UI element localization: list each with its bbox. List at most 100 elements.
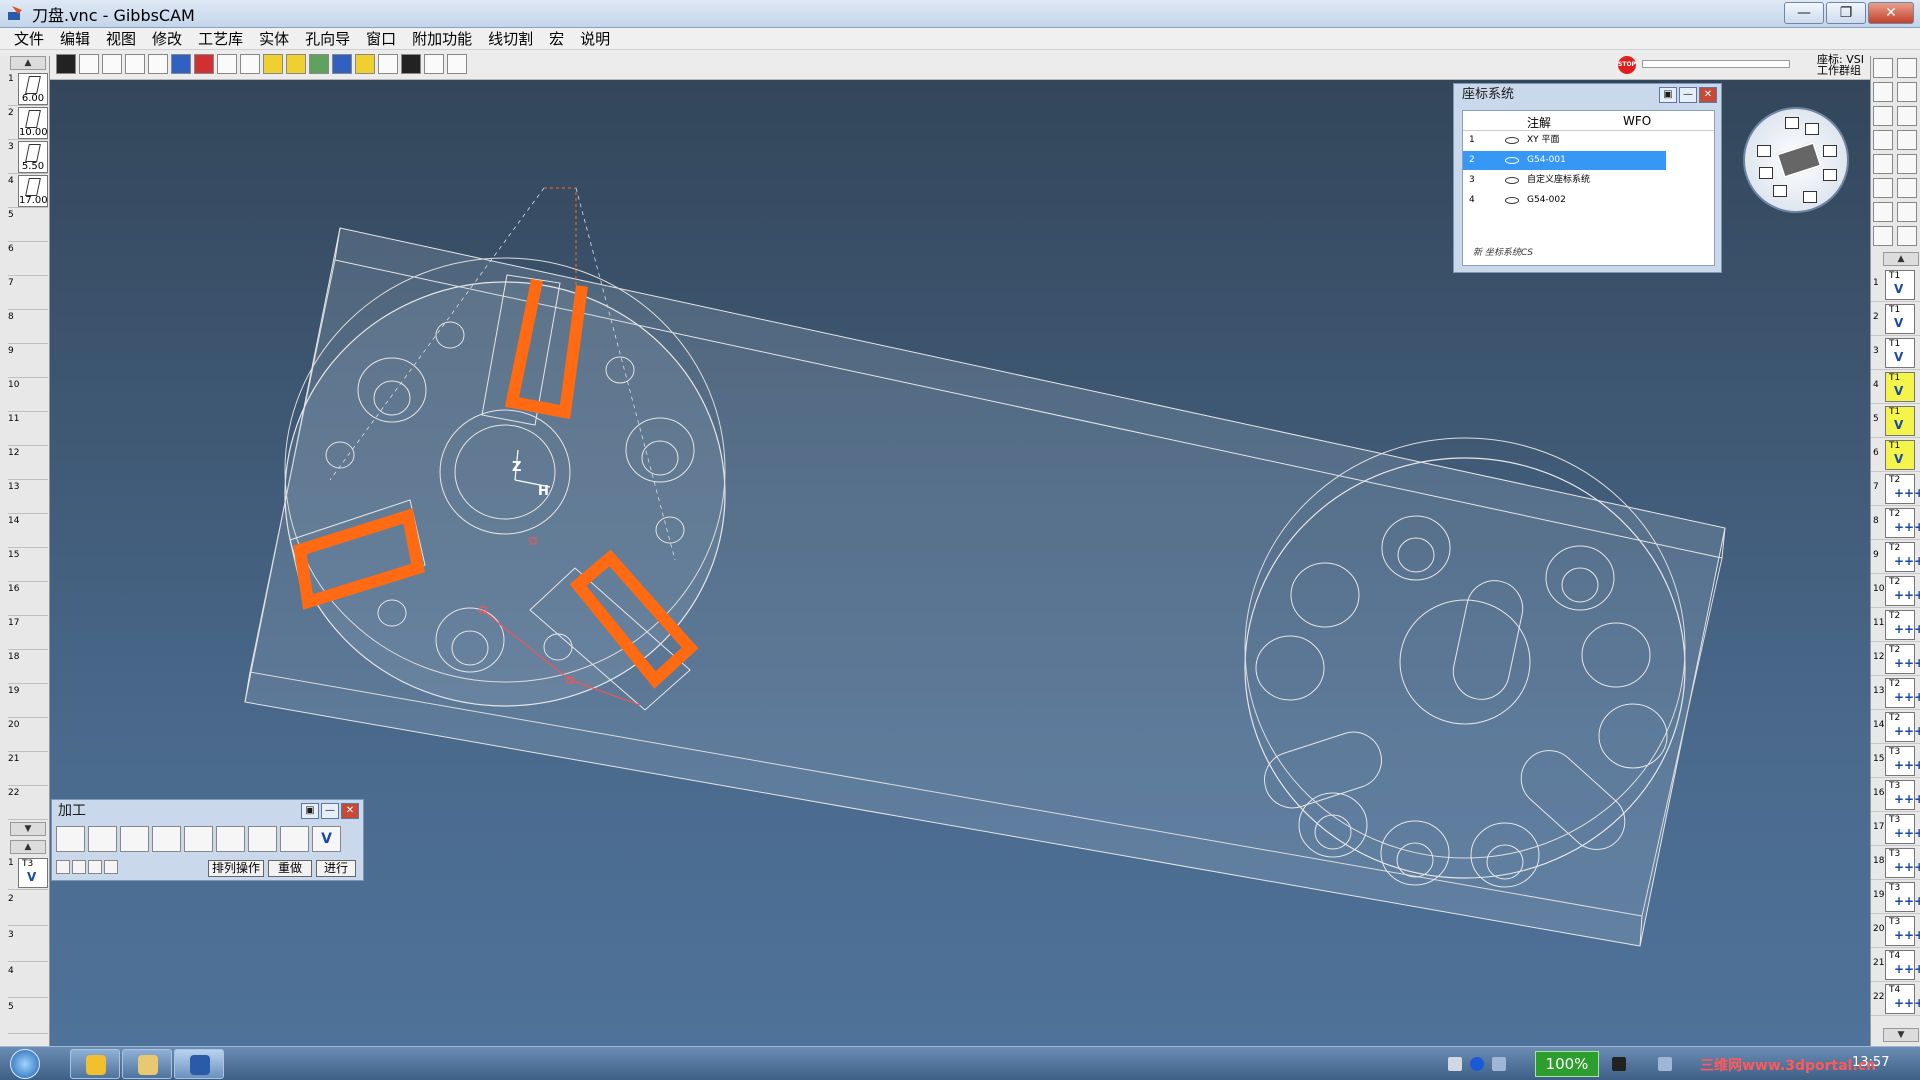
process-slot[interactable]: 4	[8, 964, 48, 998]
layers-icon[interactable]	[1897, 58, 1917, 78]
operation-tile[interactable]: T4 +++	[1885, 984, 1920, 1014]
print-icon[interactable]	[424, 54, 444, 74]
sort-operations-button[interactable]: 排列操作	[208, 860, 264, 877]
view-iso-icon[interactable]	[1823, 169, 1837, 181]
operation-slot[interactable]: 11 T2 +++	[1871, 608, 1920, 642]
view-pan-icon[interactable]	[1759, 167, 1773, 179]
view-right-icon[interactable]	[1823, 145, 1837, 157]
view-orientation-cube[interactable]	[1743, 107, 1849, 213]
flag-icon[interactable]	[1897, 202, 1917, 222]
copy-ops-icon[interactable]	[88, 860, 102, 874]
tool-slot[interactable]: 20	[8, 718, 48, 752]
new-doc-icon[interactable]	[1873, 58, 1893, 78]
keyboard-icon[interactable]	[1448, 1057, 1462, 1071]
operation-slot[interactable]: 12 T2 +++	[1871, 642, 1920, 676]
operation-slot[interactable]: 21 T4 +++	[1871, 948, 1920, 982]
box-icon[interactable]	[1897, 154, 1917, 174]
machining-icon[interactable]	[1873, 130, 1893, 150]
view-cube-center-icon[interactable]	[1775, 141, 1823, 179]
color-icon[interactable]	[194, 54, 214, 74]
operation-slot[interactable]: 18 T3 +++	[1871, 846, 1920, 880]
panel-minimize-icon[interactable]: —	[1679, 87, 1697, 103]
operation-tile[interactable]: T3 +++	[1885, 916, 1920, 946]
tool-slot[interactable]: 15	[8, 548, 48, 582]
close-button[interactable]: ✕	[1868, 2, 1914, 24]
menu-file[interactable]: 文件	[6, 28, 52, 49]
operation-tile[interactable]: T3 +++	[1885, 746, 1920, 776]
layer-icon[interactable]	[217, 54, 237, 74]
contour-icon[interactable]	[88, 826, 117, 852]
menu-hole-wizard[interactable]: 孔向导	[297, 28, 358, 49]
thread-icon[interactable]	[184, 826, 213, 852]
panel-close-icon[interactable]: ✕	[1699, 87, 1717, 103]
solid-shade-icon[interactable]	[56, 54, 76, 74]
tool-slot[interactable]: 1 6.00	[8, 72, 48, 106]
operation-tile[interactable]: T1 V	[1885, 270, 1915, 300]
mach-minimize-icon[interactable]: —	[321, 803, 339, 819]
visibility-eye-icon[interactable]	[1505, 157, 1519, 164]
process-tile[interactable]: T3 V	[18, 858, 48, 888]
menu-modify[interactable]: 修改	[144, 28, 190, 49]
coordinate-system-row[interactable]: 3 自定义座标系统	[1463, 171, 1666, 190]
new-coordinate-system[interactable]: 新 坐标系统CS	[1473, 245, 1533, 258]
tool-slot[interactable]: 8	[8, 310, 48, 344]
solid-mill-icon[interactable]	[216, 826, 245, 852]
view-zoom-icon[interactable]	[1773, 185, 1787, 197]
operation-slot[interactable]: 20 T3 +++	[1871, 914, 1920, 948]
help-icon[interactable]	[1470, 1057, 1484, 1071]
view-rotate-icon[interactable]	[1757, 145, 1771, 157]
pocket-icon[interactable]	[120, 826, 149, 852]
expand-ops-icon[interactable]	[104, 860, 118, 874]
save-ops-icon[interactable]	[56, 860, 70, 874]
operation-slot[interactable]: 7 T2 +++	[1871, 472, 1920, 506]
tool-slot[interactable]: 13	[8, 480, 48, 514]
operation-tile[interactable]: T2 +++	[1885, 678, 1920, 708]
operation-slot[interactable]: 15 T3 +++	[1871, 744, 1920, 778]
coordinate-system-row[interactable]: 2 G54-001	[1463, 151, 1666, 170]
menu-view[interactable]: 视图	[98, 28, 144, 49]
operation-tile[interactable]: T1 V	[1885, 406, 1915, 436]
op-list-scroll-up[interactable]: ▲	[10, 840, 46, 854]
tool-slot[interactable]: 7	[8, 276, 48, 310]
tool-slot[interactable]: 11	[8, 412, 48, 446]
minimize-button[interactable]: —	[1784, 2, 1824, 24]
taskbar-gibbscam[interactable]	[174, 1049, 224, 1079]
tool-list-scroll-up[interactable]: ▲	[10, 56, 46, 70]
operation-slot[interactable]: 19 T3 +++	[1871, 880, 1920, 914]
view-bottom-icon[interactable]	[1803, 191, 1817, 203]
operation-tile[interactable]: T1 V	[1885, 304, 1915, 334]
operation-slot[interactable]: 17 T3 +++	[1871, 812, 1920, 846]
doc-icon[interactable]	[1873, 202, 1893, 222]
measure-icon[interactable]	[332, 54, 352, 74]
panel-dock-icon[interactable]: ▣	[1659, 87, 1677, 103]
tool-slot[interactable]: 18	[8, 650, 48, 684]
copy-icon[interactable]	[1873, 226, 1893, 246]
box-view-icon[interactable]	[125, 54, 145, 74]
operation-slot[interactable]: 8 T2 +++	[1871, 506, 1920, 540]
operation-slot[interactable]: 6 T1 V	[1871, 438, 1920, 472]
operation-slot[interactable]: 13 T2 +++	[1871, 676, 1920, 710]
operation-tile[interactable]: T4 +++	[1885, 950, 1920, 980]
tool-slot[interactable]: 17	[8, 616, 48, 650]
operation-slot[interactable]: 22 T4 +++	[1871, 982, 1920, 1016]
tools-icon[interactable]	[1873, 106, 1893, 126]
render-icon[interactable]	[280, 826, 309, 852]
zoom-level[interactable]: 100%	[1535, 1051, 1599, 1077]
tool-slot[interactable]: 3 5.50	[8, 140, 48, 174]
view-front-icon[interactable]	[1805, 123, 1819, 135]
menu-edit[interactable]: 编辑	[52, 28, 98, 49]
process-slot[interactable]: 5	[8, 1000, 48, 1034]
tool-slot[interactable]: 6	[8, 242, 48, 276]
operation-tile[interactable]: T2 +++	[1885, 576, 1920, 606]
tool-slot[interactable]: 22	[8, 786, 48, 820]
operation-tile[interactable]: T3 +++	[1885, 882, 1920, 912]
pointer-icon[interactable]	[378, 54, 398, 74]
curve-icon[interactable]	[1897, 106, 1917, 126]
network-icon[interactable]	[1612, 1057, 1626, 1071]
clone-icon[interactable]	[1897, 226, 1917, 246]
operation-slot[interactable]: 16 T3 +++	[1871, 778, 1920, 812]
part-icon[interactable]	[1873, 178, 1893, 198]
tool-slot[interactable]: 4 17.00	[8, 174, 48, 208]
coordinate-system-row[interactable]: 1 XY 平面	[1463, 131, 1666, 150]
operation-tile[interactable]: T1 V	[1885, 338, 1915, 368]
